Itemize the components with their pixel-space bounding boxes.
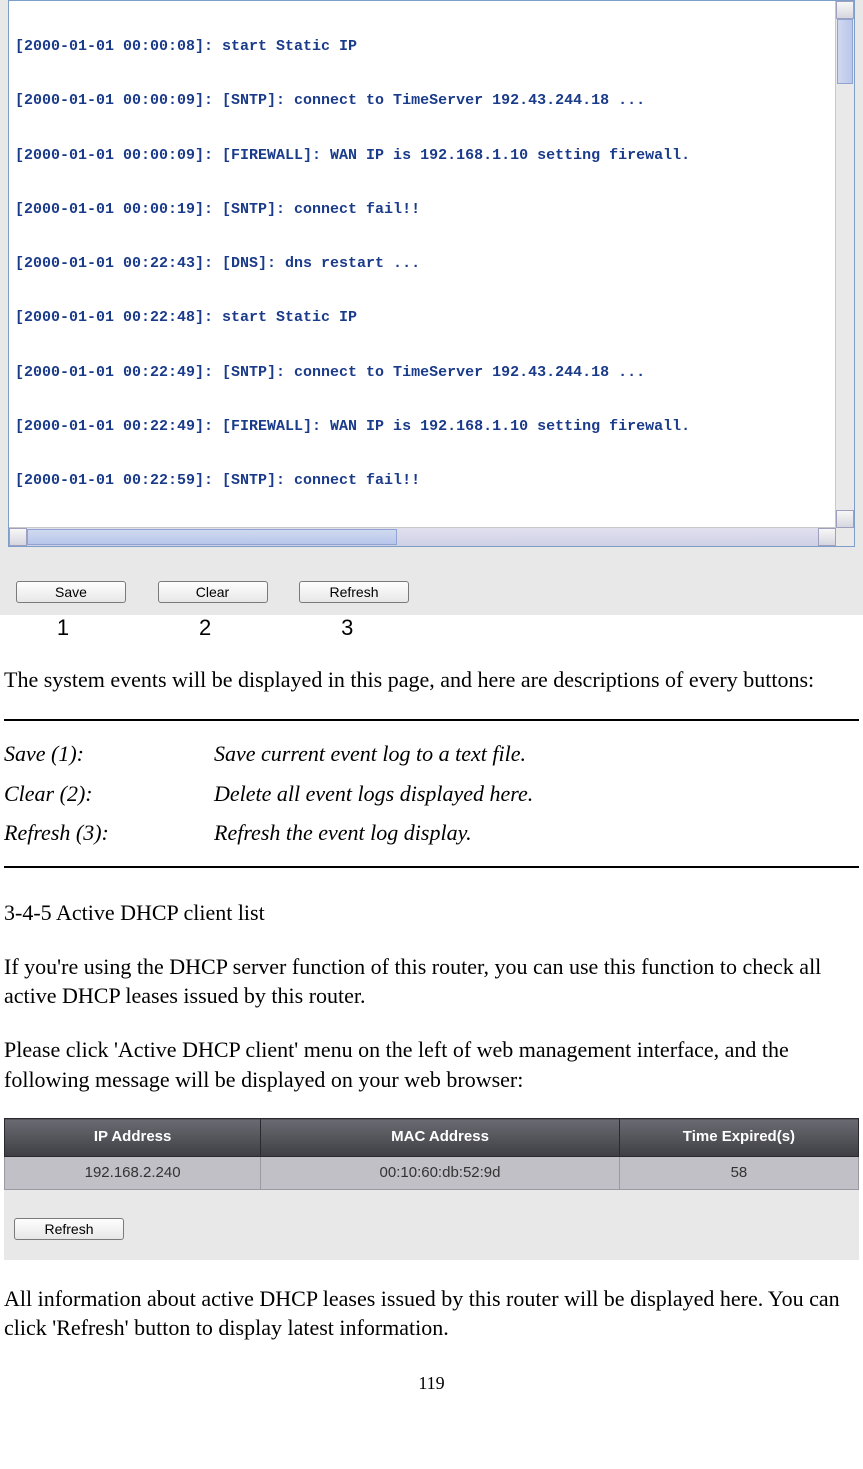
paragraph: If you're using the DHCP server function… bbox=[4, 952, 859, 1011]
label-3: 3 bbox=[292, 615, 402, 641]
system-log-panel: [2000-01-01 00:00:08]: start Static IP [… bbox=[0, 0, 863, 615]
scroll-down-icon[interactable] bbox=[836, 510, 854, 528]
table-row: 192.168.2.240 00:10:60:db:52:9d 58 bbox=[5, 1156, 859, 1189]
log-line: [2000-01-01 00:00:09]: [FIREWALL]: WAN I… bbox=[15, 146, 850, 166]
def-label: Save (1): bbox=[4, 739, 214, 769]
button-number-labels: 1 2 3 bbox=[0, 615, 863, 641]
section-heading: 3-4-5 Active DHCP client list bbox=[4, 898, 859, 928]
label-2: 2 bbox=[150, 615, 260, 641]
label-1: 1 bbox=[8, 615, 118, 641]
log-line: [2000-01-01 00:00:09]: [SNTP]: connect t… bbox=[15, 91, 850, 111]
log-content: [2000-01-01 00:00:08]: start Static IP [… bbox=[9, 1, 854, 527]
log-line: [2000-01-01 00:22:48]: start Static IP bbox=[15, 308, 850, 328]
scroll-thumb[interactable] bbox=[27, 529, 397, 545]
cell-expire: 58 bbox=[619, 1156, 858, 1189]
dhcp-table: IP Address MAC Address Time Expired(s) 1… bbox=[4, 1118, 859, 1190]
cell-mac: 00:10:60:db:52:9d bbox=[261, 1156, 620, 1189]
table-header-row: IP Address MAC Address Time Expired(s) bbox=[5, 1119, 859, 1156]
dhcp-client-panel: IP Address MAC Address Time Expired(s) 1… bbox=[4, 1118, 859, 1259]
def-desc: Save current event log to a text file. bbox=[214, 739, 526, 769]
def-desc: Refresh the event log display. bbox=[214, 818, 472, 848]
log-line: [2000-01-01 00:00:08]: start Static IP bbox=[15, 37, 850, 57]
log-line: [2000-01-01 00:00:19]: [SNTP]: connect f… bbox=[15, 200, 850, 220]
cell-ip: 192.168.2.240 bbox=[5, 1156, 261, 1189]
dhcp-refresh-button[interactable]: Refresh bbox=[14, 1218, 124, 1240]
save-button[interactable]: Save bbox=[16, 581, 126, 603]
log-textarea[interactable]: [2000-01-01 00:00:08]: start Static IP [… bbox=[8, 0, 855, 547]
col-mac: MAC Address bbox=[261, 1119, 620, 1156]
def-desc: Delete all event logs displayed here. bbox=[214, 779, 533, 809]
def-label: Refresh (3): bbox=[4, 818, 214, 848]
scroll-thumb[interactable] bbox=[837, 19, 853, 84]
horizontal-scrollbar[interactable] bbox=[9, 527, 854, 546]
def-row: Clear (2): Delete all event logs display… bbox=[4, 779, 859, 809]
paragraph: Please click 'Active DHCP client' menu o… bbox=[4, 1035, 859, 1094]
log-line: [2000-01-01 00:22:59]: [SNTP]: connect f… bbox=[15, 471, 850, 491]
refresh-button[interactable]: Refresh bbox=[299, 581, 409, 603]
paragraph: All information about active DHCP leases… bbox=[4, 1284, 859, 1343]
log-line: [2000-01-01 00:22:49]: [FIREWALL]: WAN I… bbox=[15, 417, 850, 437]
intro-paragraph: The system events will be displayed in t… bbox=[4, 665, 859, 695]
clear-button[interactable]: Clear bbox=[158, 581, 268, 603]
scroll-up-icon[interactable] bbox=[836, 1, 854, 19]
col-ip: IP Address bbox=[5, 1119, 261, 1156]
vertical-scrollbar[interactable] bbox=[835, 1, 854, 528]
log-line: [2000-01-01 00:22:43]: [DNS]: dns restar… bbox=[15, 254, 850, 274]
def-label: Clear (2): bbox=[4, 779, 214, 809]
log-line: [2000-01-01 00:22:49]: [SNTP]: connect t… bbox=[15, 363, 850, 383]
page-number: 119 bbox=[0, 1373, 863, 1394]
def-row: Refresh (3): Refresh the event log displ… bbox=[4, 818, 859, 848]
scroll-right-icon[interactable] bbox=[818, 528, 836, 546]
button-definitions: Save (1): Save current event log to a te… bbox=[4, 719, 859, 868]
col-expire: Time Expired(s) bbox=[619, 1119, 858, 1156]
scroll-left-icon[interactable] bbox=[9, 528, 27, 546]
def-row: Save (1): Save current event log to a te… bbox=[4, 739, 859, 769]
